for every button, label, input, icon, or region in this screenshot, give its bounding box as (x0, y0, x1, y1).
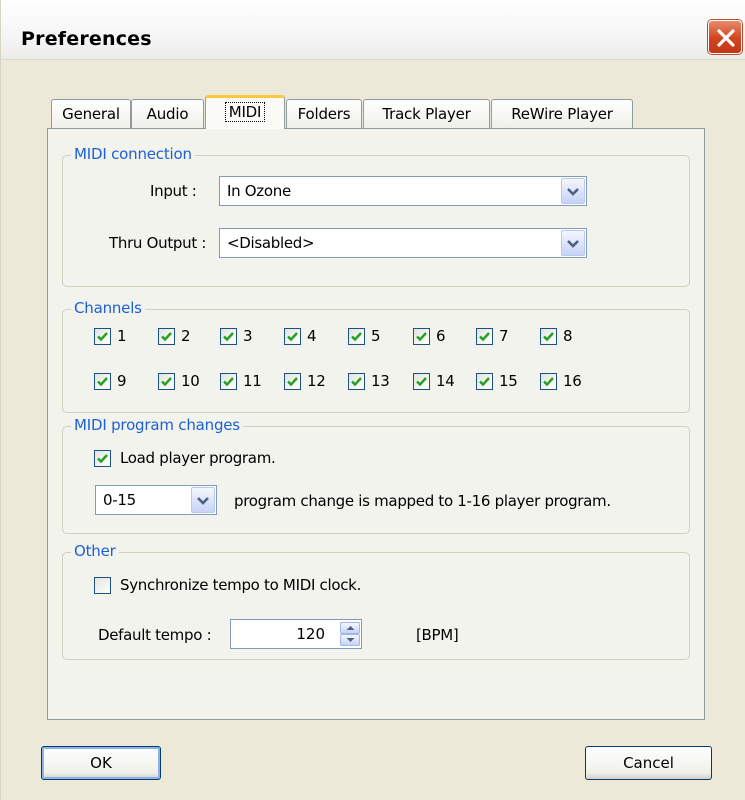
checkmark-icon (543, 377, 554, 387)
close-icon (717, 29, 735, 47)
channel-checkbox-13[interactable] (348, 373, 365, 390)
input-select-value: In Ozone (227, 182, 291, 200)
group-title-channels: Channels (71, 299, 145, 317)
thru-output-label: Thru Output : (109, 234, 207, 252)
checkmark-icon (351, 377, 362, 387)
checkmark-icon (97, 377, 108, 387)
cancel-button[interactable]: Cancel (585, 746, 712, 780)
checkmark-icon (416, 332, 427, 342)
tab-audio[interactable]: Audio (131, 99, 204, 128)
channel-label: 11 (243, 372, 262, 390)
checkmark-icon (223, 332, 234, 342)
program-mapping-text: program change is mapped to 1-16 player … (234, 492, 611, 510)
checkmark-icon (479, 332, 490, 342)
channel-checkbox-9[interactable] (94, 373, 111, 390)
tab-rewire-player[interactable]: ReWire Player (491, 99, 633, 128)
channel-label: 9 (117, 372, 127, 390)
channel-label: 13 (371, 372, 390, 390)
channel-checkbox-12[interactable] (284, 373, 301, 390)
tab-folders[interactable]: Folders (286, 99, 362, 128)
channel-label: 6 (436, 327, 446, 345)
channel-checkbox-16[interactable] (540, 373, 557, 390)
channel-checkbox-5[interactable] (348, 328, 365, 345)
input-label: Input : (150, 182, 197, 200)
channel-checkbox-10[interactable] (158, 373, 175, 390)
midi-connection-group: MIDI connection Input : In Ozone Thru Ou… (62, 145, 690, 287)
channel-label: 2 (181, 327, 191, 345)
checkmark-icon (351, 332, 362, 342)
channel-checkbox-1[interactable] (94, 328, 111, 345)
window-title: Preferences (21, 28, 152, 50)
tab-track-player[interactable]: Track Player (363, 99, 490, 128)
channel-checkbox-4[interactable] (284, 328, 301, 345)
checkmark-icon (287, 377, 298, 387)
spin-down-button[interactable] (340, 634, 360, 646)
group-title-other: Other (71, 542, 119, 560)
thru-output-select-value: <Disabled> (227, 234, 315, 252)
chevron-down-icon[interactable] (561, 230, 585, 256)
checkmark-icon (97, 332, 108, 342)
group-title-midi-connection: MIDI connection (71, 145, 195, 163)
spin-up-button[interactable] (340, 622, 360, 634)
channel-label: 12 (307, 372, 326, 390)
program-range-value: 0-15 (103, 491, 136, 509)
channel-label: 7 (499, 327, 509, 345)
channel-label: 16 (563, 372, 582, 390)
spinner-buttons (340, 622, 360, 646)
midi-tab-panel: MIDI connection Input : In Ozone Thru Ou… (47, 128, 705, 720)
ok-button[interactable]: OK (41, 746, 161, 780)
program-range-select[interactable]: 0-15 (95, 485, 217, 515)
channel-checkbox-15[interactable] (476, 373, 493, 390)
checkmark-icon (223, 377, 234, 387)
program-changes-group: MIDI program changes Load player program… (62, 416, 690, 534)
load-program-label: Load player program. (120, 449, 276, 467)
sync-tempo-label: Synchronize tempo to MIDI clock. (120, 576, 362, 594)
channel-label: 14 (436, 372, 455, 390)
checkmark-icon (416, 377, 427, 387)
channel-checkbox-11[interactable] (220, 373, 237, 390)
load-program-checkbox[interactable] (94, 450, 111, 467)
other-group: Other Synchronize tempo to MIDI clock. D… (62, 542, 690, 660)
checkmark-icon (479, 377, 490, 387)
default-tempo-spinner[interactable]: 120 (230, 619, 362, 649)
chevron-down-icon[interactable] (191, 487, 215, 513)
channel-label: 8 (563, 327, 573, 345)
channel-checkbox-8[interactable] (540, 328, 557, 345)
channel-label: 4 (307, 327, 317, 345)
channel-label: 15 (499, 372, 518, 390)
channel-checkbox-3[interactable] (220, 328, 237, 345)
tab-midi[interactable]: MIDI (205, 95, 285, 129)
arrow-up-icon (346, 626, 355, 630)
thru-output-select[interactable]: <Disabled> (219, 228, 587, 258)
sync-tempo-checkbox[interactable] (94, 577, 111, 594)
tab-general[interactable]: General (51, 99, 131, 128)
close-button[interactable] (708, 20, 742, 54)
channel-checkbox-14[interactable] (413, 373, 430, 390)
tempo-unit-label: [BPM] (416, 626, 459, 644)
channel-checkbox-6[interactable] (413, 328, 430, 345)
checkmark-icon (97, 454, 108, 464)
channel-label: 1 (117, 327, 127, 345)
channel-checkbox-7[interactable] (476, 328, 493, 345)
channel-label: 5 (371, 327, 381, 345)
checkmark-icon (161, 332, 172, 342)
title-bar[interactable]: Preferences (1, 0, 745, 60)
channel-label: 3 (243, 327, 253, 345)
default-tempo-label: Default tempo : (98, 626, 212, 644)
checkmark-icon (287, 332, 298, 342)
channel-checkbox-2[interactable] (158, 328, 175, 345)
arrow-down-icon (346, 638, 355, 642)
channel-label: 10 (181, 372, 200, 390)
channels-group: Channels 1 2 3 4 5 6 7 8 9 10 11 12 13 14 15 16 (62, 299, 690, 413)
checkmark-icon (543, 332, 554, 342)
chevron-down-icon[interactable] (561, 178, 585, 204)
checkmark-icon (161, 377, 172, 387)
group-title-program-changes: MIDI program changes (71, 416, 243, 434)
default-tempo-value: 120 (296, 625, 325, 643)
input-select[interactable]: In Ozone (219, 176, 587, 206)
preferences-window: Preferences General Audio MIDI Folders T… (0, 0, 745, 800)
